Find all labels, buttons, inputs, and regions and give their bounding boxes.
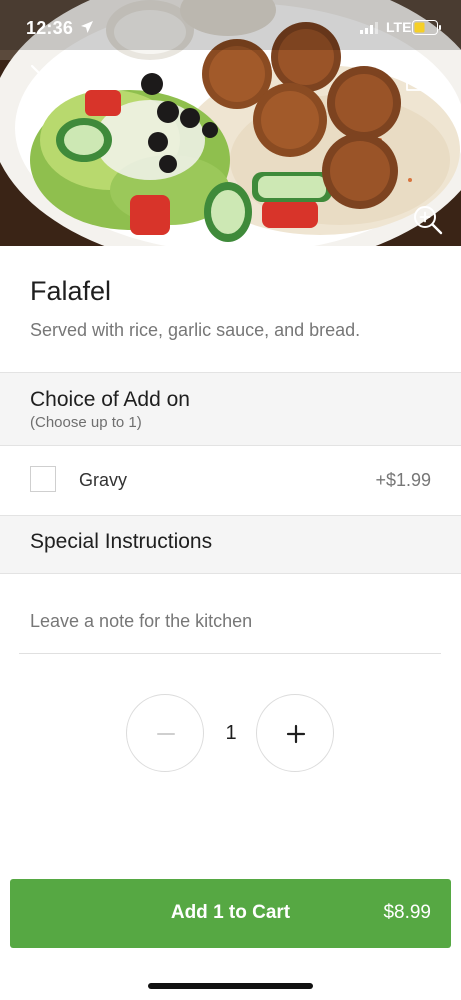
food-photo: 12:36 LTE — [0, 0, 461, 246]
close-icon[interactable] — [28, 62, 56, 90]
kitchen-note-input[interactable] — [19, 590, 441, 654]
option-price: +$1.99 — [375, 470, 431, 490]
quantity-decrease-button[interactable] — [126, 694, 204, 772]
status-bar: 12:36 LTE — [0, 0, 461, 56]
item-title: Falafel — [30, 276, 112, 306]
minus-icon — [157, 733, 175, 735]
quantity-value: 1 — [225, 722, 237, 744]
add-on-section-header: Choice of Add on (Choose up to 1) — [0, 372, 461, 446]
special-instructions-header: Special Instructions — [0, 515, 461, 574]
add-on-section-title: Choice of Add on — [30, 388, 190, 411]
battery-icon — [412, 20, 441, 35]
quantity-increase-button[interactable] — [256, 694, 334, 772]
add-to-cart-button[interactable]: Add 1 to Cart $8.99 — [10, 879, 451, 948]
option-label: Gravy — [79, 470, 128, 490]
home-indicator[interactable] — [148, 983, 313, 989]
location-arrow-icon — [81, 21, 93, 33]
special-instructions-title: Special Instructions — [30, 530, 213, 553]
add-on-section-subtitle: (Choose up to 1) — [30, 414, 142, 431]
share-icon[interactable] — [404, 58, 434, 92]
signal-strength-icon — [360, 22, 378, 34]
plus-icon — [286, 724, 306, 744]
network-type: LTE — [386, 19, 412, 35]
item-description: Served with rice, garlic sauce, and brea… — [30, 320, 361, 340]
gravy-checkbox[interactable] — [30, 466, 56, 492]
zoom-in-icon[interactable] — [412, 204, 444, 236]
cart-total-price: $8.99 — [383, 902, 431, 923]
status-time: 12:36 — [26, 18, 74, 38]
add-on-option-gravy[interactable]: Gravy +$1.99 — [0, 446, 461, 514]
